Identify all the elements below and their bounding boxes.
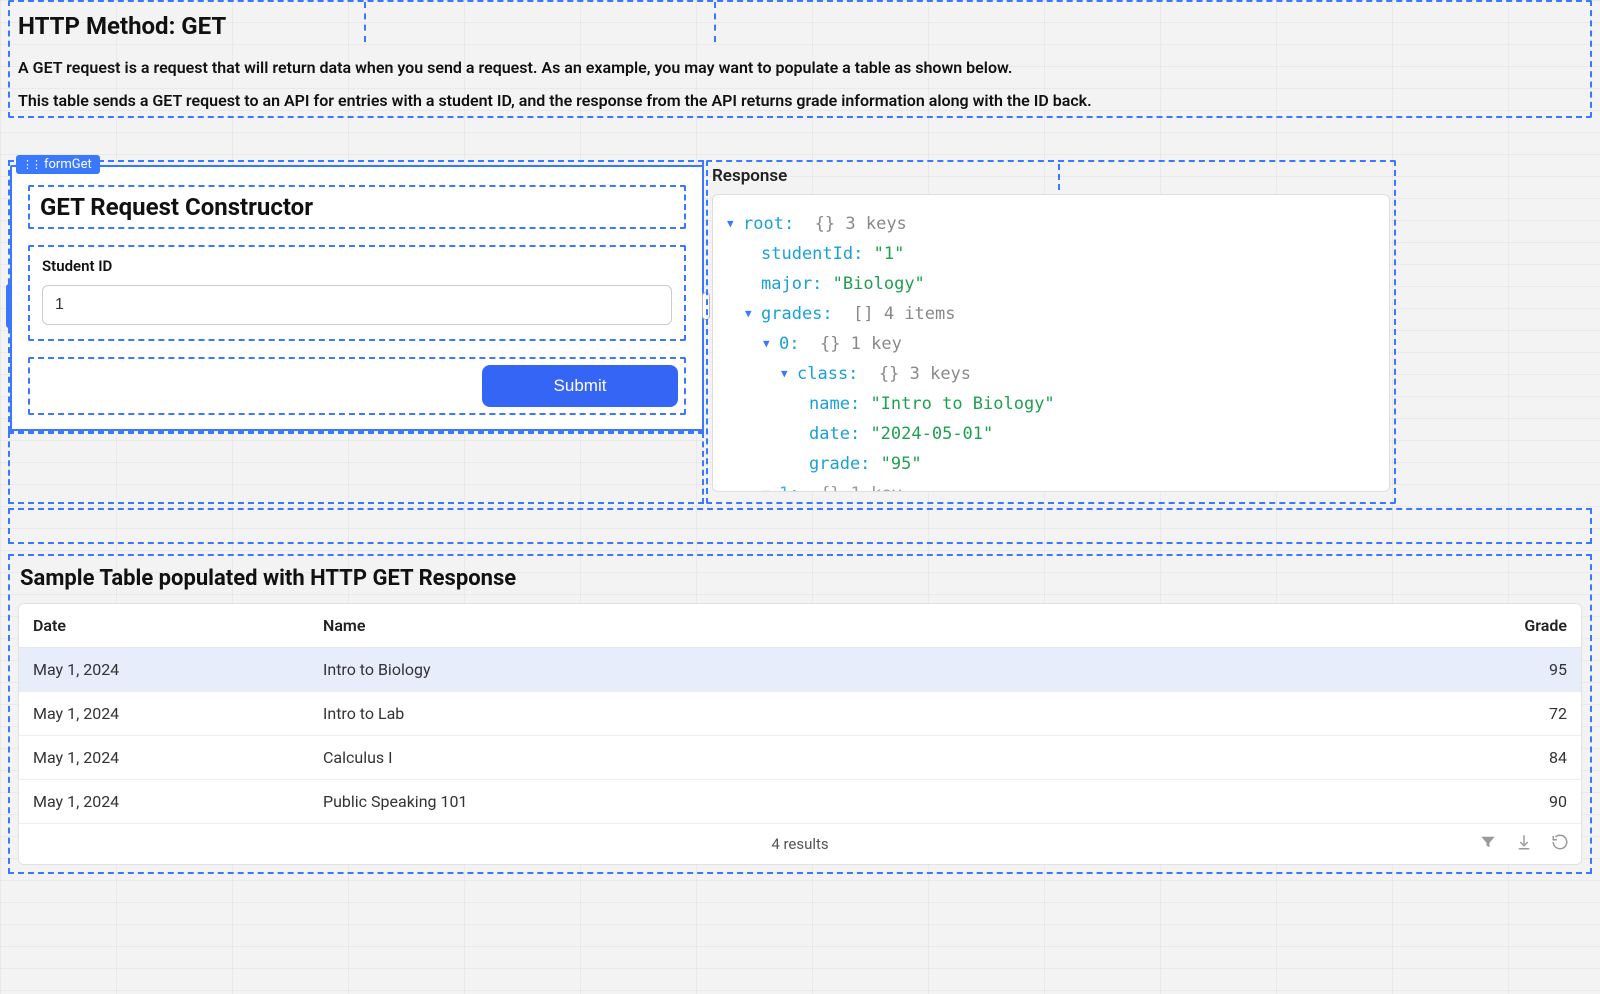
header-section: HTTP Method: GET A GET request is a requ… <box>8 0 1592 118</box>
json-meta: {} 1 key <box>820 479 902 492</box>
table-row[interactable]: May 1, 2024Public Speaking 10190 <box>19 780 1581 824</box>
cell-grade: 84 <box>1461 736 1581 780</box>
student-id-input[interactable] <box>42 285 672 325</box>
cell-name: Intro to Biology <box>309 648 1461 692</box>
column-header-grade[interactable]: Grade <box>1461 604 1581 648</box>
page-title: HTTP Method: GET <box>18 12 1582 40</box>
table-footer: 4 results <box>19 824 1581 864</box>
cell-grade: 90 <box>1461 780 1581 824</box>
json-key: root: <box>743 209 794 239</box>
response-title: Response <box>712 164 1390 194</box>
json-meta: {} 3 keys <box>815 209 907 239</box>
cell-name: Calculus I <box>309 736 1461 780</box>
table-row[interactable]: May 1, 2024Calculus I84 <box>19 736 1581 780</box>
json-value: "95" <box>881 449 922 479</box>
table-title: Sample Table populated with HTTP GET Res… <box>18 566 1582 591</box>
json-key: 1: <box>779 479 799 492</box>
drag-grip-icon: ⋮⋮ <box>22 158 40 171</box>
json-value: "Biology" <box>833 269 925 299</box>
table-section: Sample Table populated with HTTP GET Res… <box>8 554 1592 874</box>
refresh-icon[interactable] <box>1551 833 1569 855</box>
table-row[interactable]: May 1, 2024Intro to Biology95 <box>19 648 1581 692</box>
cell-name: Public Speaking 101 <box>309 780 1461 824</box>
json-key: 0: <box>779 329 799 359</box>
table-header-row: Date Name Grade <box>19 604 1581 648</box>
expand-toggle-icon[interactable]: ▼ <box>763 479 773 492</box>
response-panel: Response ▼root: {} 3 keys studentId: "1"… <box>712 164 1390 500</box>
data-table: Date Name Grade May 1, 2024Intro to Biol… <box>18 603 1582 865</box>
header-paragraph: A GET request is a request that will ret… <box>18 58 1582 77</box>
response-separator <box>1058 164 1060 190</box>
json-value: "1" <box>874 239 905 269</box>
cell-grade: 72 <box>1461 692 1581 736</box>
cell-date: May 1, 2024 <box>19 648 309 692</box>
json-key: date: <box>809 419 860 449</box>
submit-box: Submit <box>28 357 686 415</box>
component-tag[interactable]: ⋮⋮ formGet <box>16 155 100 174</box>
column-header-date[interactable]: Date <box>19 604 309 648</box>
field-group: Student ID <box>28 245 686 341</box>
header-separator <box>364 2 366 42</box>
cell-date: May 1, 2024 <box>19 780 309 824</box>
json-value: "2024-05-01" <box>870 419 993 449</box>
filter-icon[interactable] <box>1479 833 1497 855</box>
spacer-row-outline <box>8 508 1592 544</box>
download-icon[interactable] <box>1515 833 1533 855</box>
form-title: GET Request Constructor <box>40 193 674 221</box>
form-panel: ⋮⋮ formGet GET Request Constructor Stude… <box>10 165 704 431</box>
field-label: Student ID <box>42 257 672 275</box>
json-key: grades: <box>761 299 833 329</box>
json-meta: {} 3 keys <box>879 359 971 389</box>
submit-button[interactable]: Submit <box>482 365 678 407</box>
expand-toggle-icon[interactable]: ▼ <box>763 329 773 359</box>
cell-grade: 95 <box>1461 648 1581 692</box>
json-key: class: <box>797 359 858 389</box>
cell-date: May 1, 2024 <box>19 736 309 780</box>
form-title-box: GET Request Constructor <box>28 185 686 229</box>
json-key: grade: <box>809 449 870 479</box>
json-viewer[interactable]: ▼root: {} 3 keys studentId: "1" major: "… <box>712 194 1390 492</box>
header-separator <box>714 2 716 42</box>
expand-toggle-icon[interactable]: ▼ <box>745 299 755 329</box>
json-key: major: <box>761 269 822 299</box>
json-meta: {} 1 key <box>820 329 902 359</box>
cell-name: Intro to Lab <box>309 692 1461 736</box>
expand-toggle-icon[interactable]: ▼ <box>727 209 737 239</box>
column-header-name[interactable]: Name <box>309 604 1461 648</box>
component-tag-label: formGet <box>44 157 92 172</box>
header-paragraph: This table sends a GET request to an API… <box>18 91 1582 110</box>
json-key: studentId: <box>761 239 863 269</box>
json-meta: [] 4 items <box>853 299 955 329</box>
cell-date: May 1, 2024 <box>19 692 309 736</box>
expand-toggle-icon[interactable]: ▼ <box>781 359 791 389</box>
json-value: "Intro to Biology" <box>870 389 1054 419</box>
results-count: 4 results <box>771 835 828 853</box>
table-row[interactable]: May 1, 2024Intro to Lab72 <box>19 692 1581 736</box>
json-key: name: <box>809 389 860 419</box>
